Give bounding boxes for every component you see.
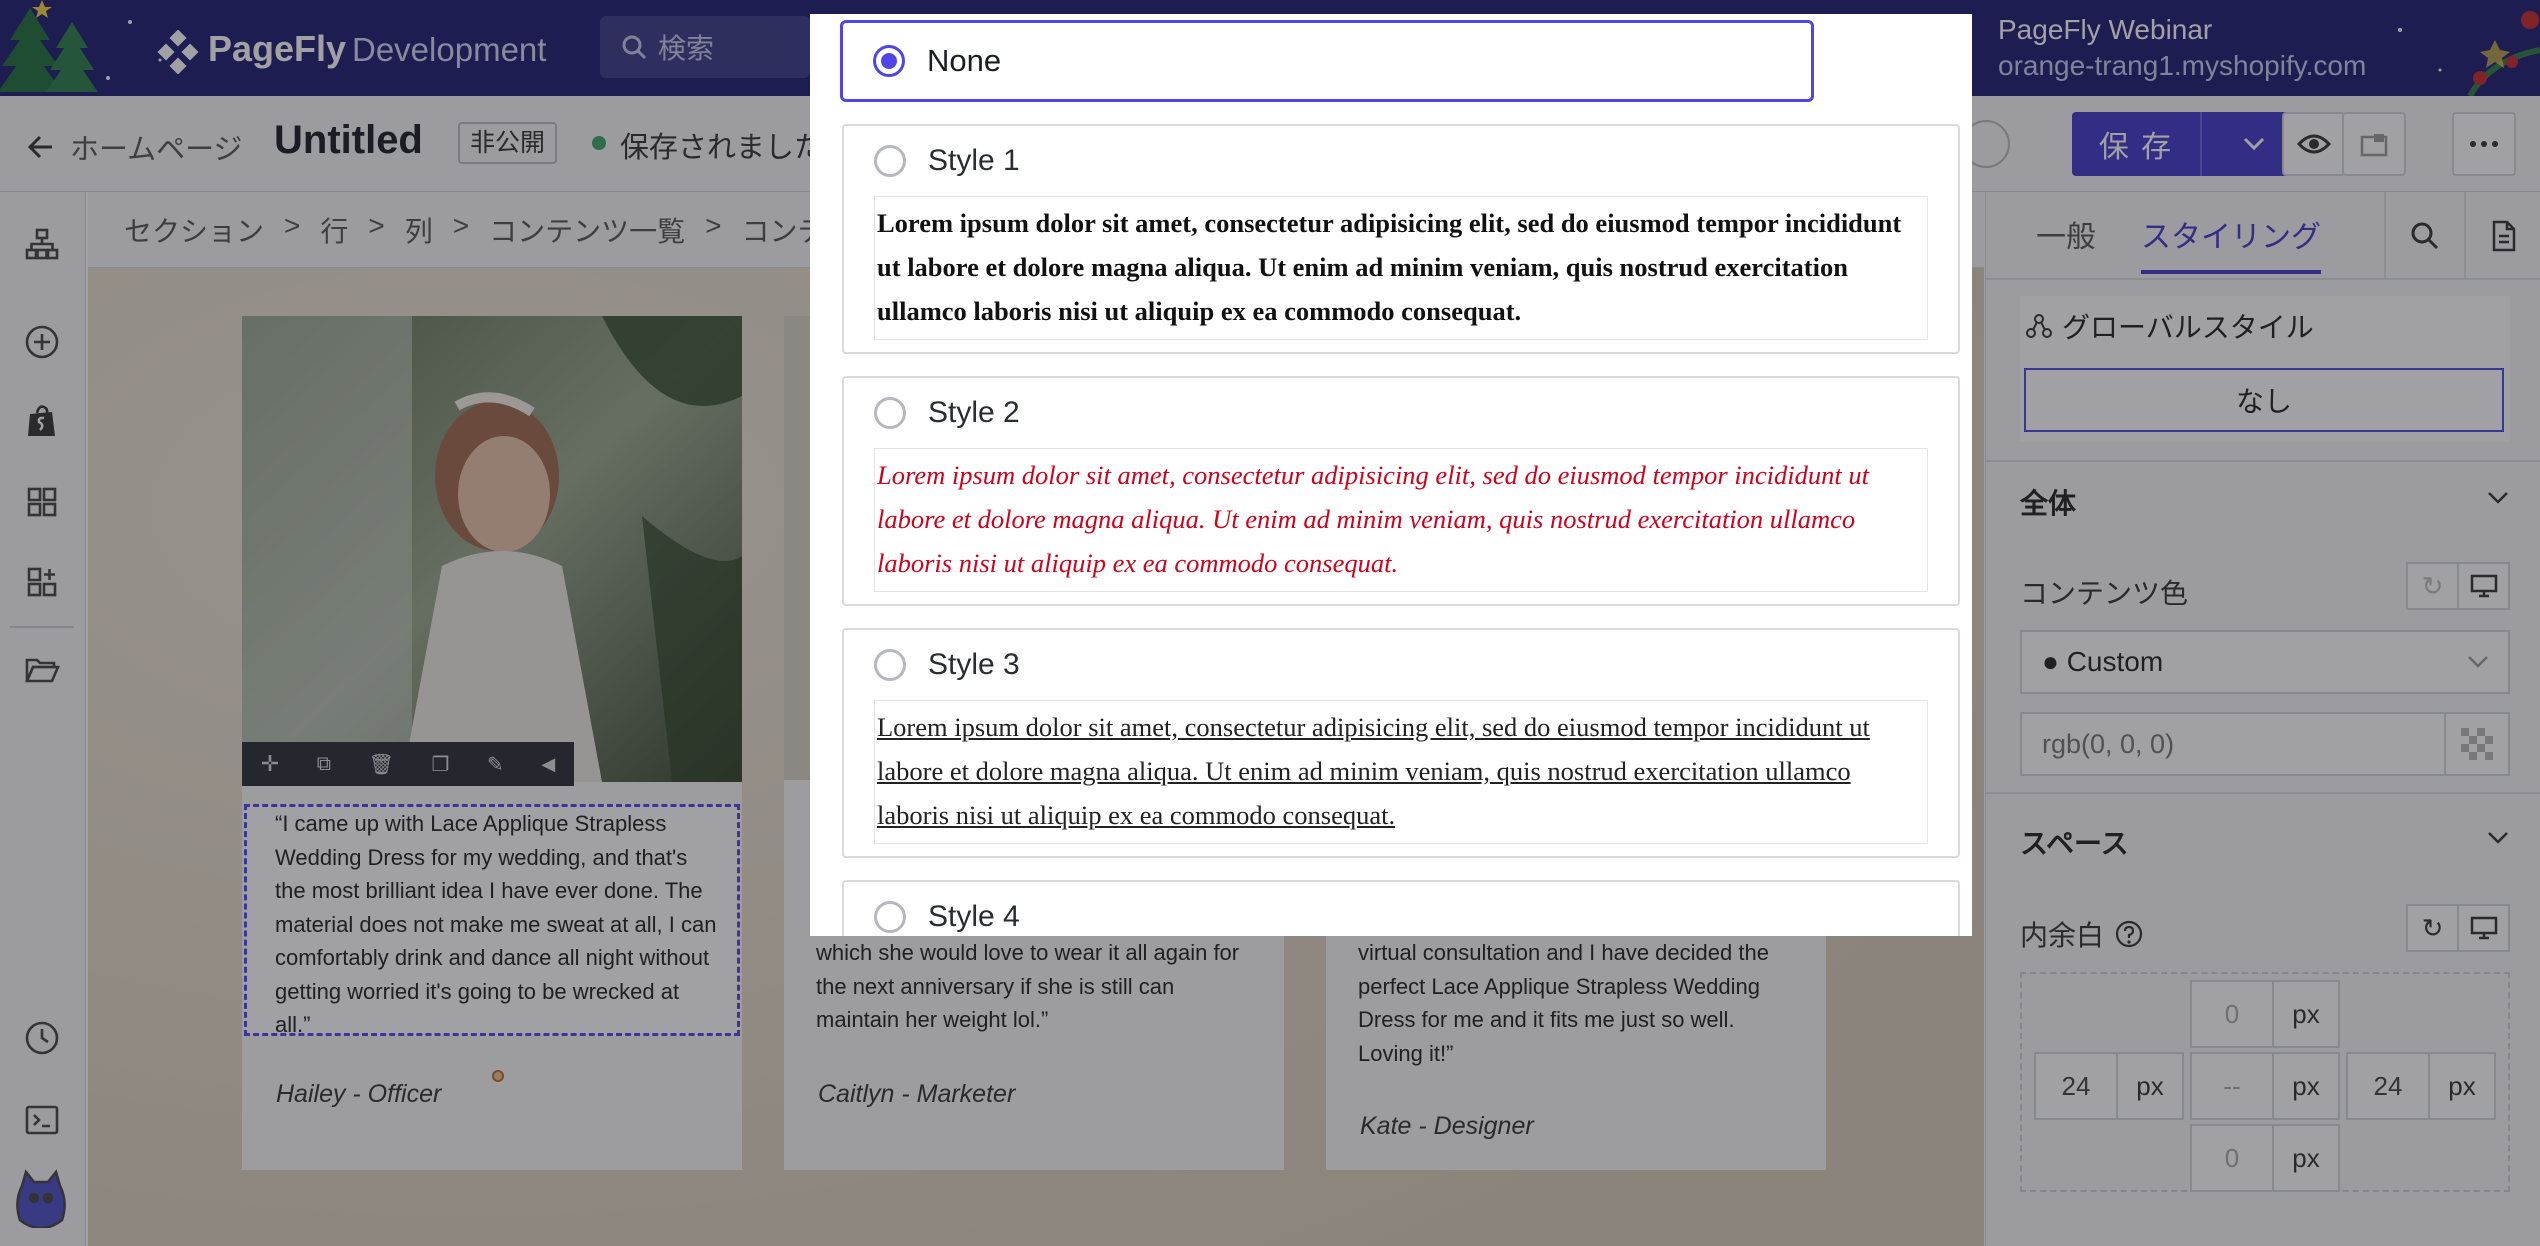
style-option-none[interactable]: None bbox=[840, 20, 1814, 102]
style-sample-text: Lorem ipsum dolor sit amet, consectetur … bbox=[874, 196, 1928, 340]
radio-button[interactable] bbox=[874, 649, 906, 681]
style-option-label: Style 1 bbox=[928, 144, 1020, 177]
style-option-1[interactable]: Style 1 Lorem ipsum dolor sit amet, cons… bbox=[842, 124, 1960, 354]
style-option-label: None bbox=[927, 43, 1002, 78]
radio-selected[interactable] bbox=[873, 45, 905, 77]
style-option-label: Style 2 bbox=[928, 396, 1020, 429]
style-sample-text: Lorem ipsum dolor sit amet, consectetur … bbox=[874, 700, 1928, 844]
style-option-label: Style 3 bbox=[928, 648, 1020, 681]
style-option-2[interactable]: Style 2 Lorem ipsum dolor sit amet, cons… bbox=[842, 376, 1960, 606]
style-option-label: Style 4 bbox=[928, 900, 1020, 933]
radio-button[interactable] bbox=[874, 397, 906, 429]
style-sample-text: Lorem ipsum dolor sit amet, consectetur … bbox=[874, 448, 1928, 592]
radio-button[interactable] bbox=[874, 901, 906, 933]
radio-button[interactable] bbox=[874, 145, 906, 177]
style-option-3[interactable]: Style 3 Lorem ipsum dolor sit amet, cons… bbox=[842, 628, 1960, 858]
style-picker-dialog: None Style 1 Lorem ipsum dolor sit amet,… bbox=[810, 14, 1972, 936]
style-option-4[interactable]: Style 4 bbox=[842, 880, 1960, 936]
